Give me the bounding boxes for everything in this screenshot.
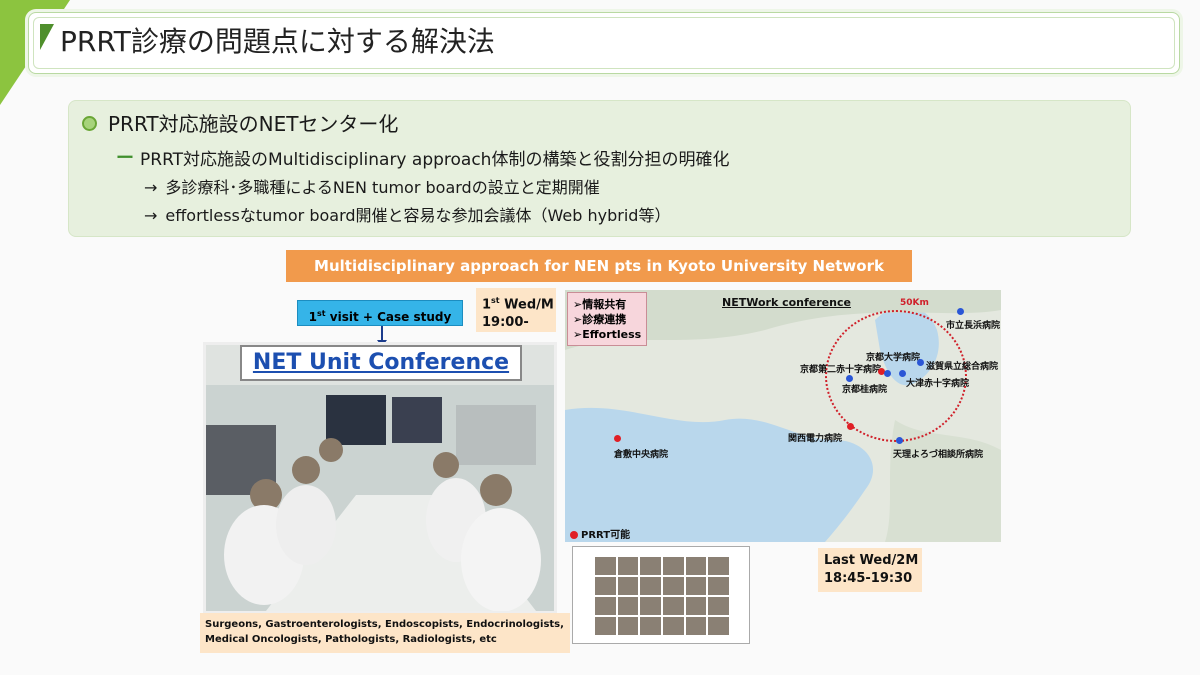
hospital-label: 京都第二赤十字病院: [800, 365, 882, 375]
bullet-level3a: → 多診療科･多職種によるNEN tumor boardの設立と定期開催: [144, 178, 600, 197]
red-dot-icon: [570, 531, 578, 539]
radius-label: 50Km: [900, 298, 929, 308]
conference-photo: [203, 342, 557, 614]
prrt-hospital-marker: [847, 423, 854, 430]
hospital-label: 京都桂病院: [842, 385, 888, 395]
arrow-icon: →: [144, 178, 158, 197]
network-title: NETWork conference: [722, 296, 851, 309]
hospital-label: 天理よろづ相談所病院: [893, 450, 984, 460]
schedule-last-wed: Last Wed/2M 18:45-19:30: [818, 548, 922, 592]
hospital-marker: [957, 308, 964, 315]
schedule-first-wed: 1st Wed/M 19:00-: [476, 288, 556, 332]
visit-label: 1st visit + Case study: [297, 300, 463, 326]
bullet-level3b: → effortlessなtumor board開催と容易な参加会議体（Web h…: [144, 206, 671, 225]
hospital-label: 大津赤十字病院: [906, 379, 970, 389]
hospital-label: 倉敷中央病院: [614, 450, 669, 460]
page-title: PRRT診療の問題点に対する解決法: [60, 25, 495, 58]
hospital-marker: [917, 359, 924, 366]
web-meeting-screenshot: [572, 546, 750, 644]
hospital-marker: [899, 370, 906, 377]
arrow-icon: →: [144, 206, 158, 225]
hospital-marker: [846, 375, 853, 382]
map-legend: PRRT可能: [570, 526, 630, 541]
figure-header: Multidisciplinary approach for NEN pts i…: [286, 250, 912, 282]
hospital-label: 関西電力病院: [788, 434, 843, 444]
prrt-hospital-marker: [614, 435, 621, 442]
hospital-label: 市立長浜病院: [946, 321, 1001, 331]
hospital-marker: [884, 370, 891, 377]
bullet-dash: ー: [116, 148, 134, 169]
feature-tags: ➢情報共有 ➢診療連携 ➢Effortless: [567, 292, 647, 346]
title-accent: [40, 24, 54, 50]
hospital-label: 滋賀県立総合病院: [926, 362, 999, 372]
bullet-level1: PRRT対応施設のNETセンター化: [108, 112, 399, 136]
hospital-marker: [896, 437, 903, 444]
net-unit-conference-label: NET Unit Conference: [240, 345, 522, 381]
members-box: Surgeons, Gastroenterologists, Endoscopi…: [200, 613, 570, 653]
bullet-level2: PRRT対応施設のMultidisciplinary approach体制の構築…: [140, 150, 730, 170]
bullet-dot-icon: [82, 116, 97, 131]
